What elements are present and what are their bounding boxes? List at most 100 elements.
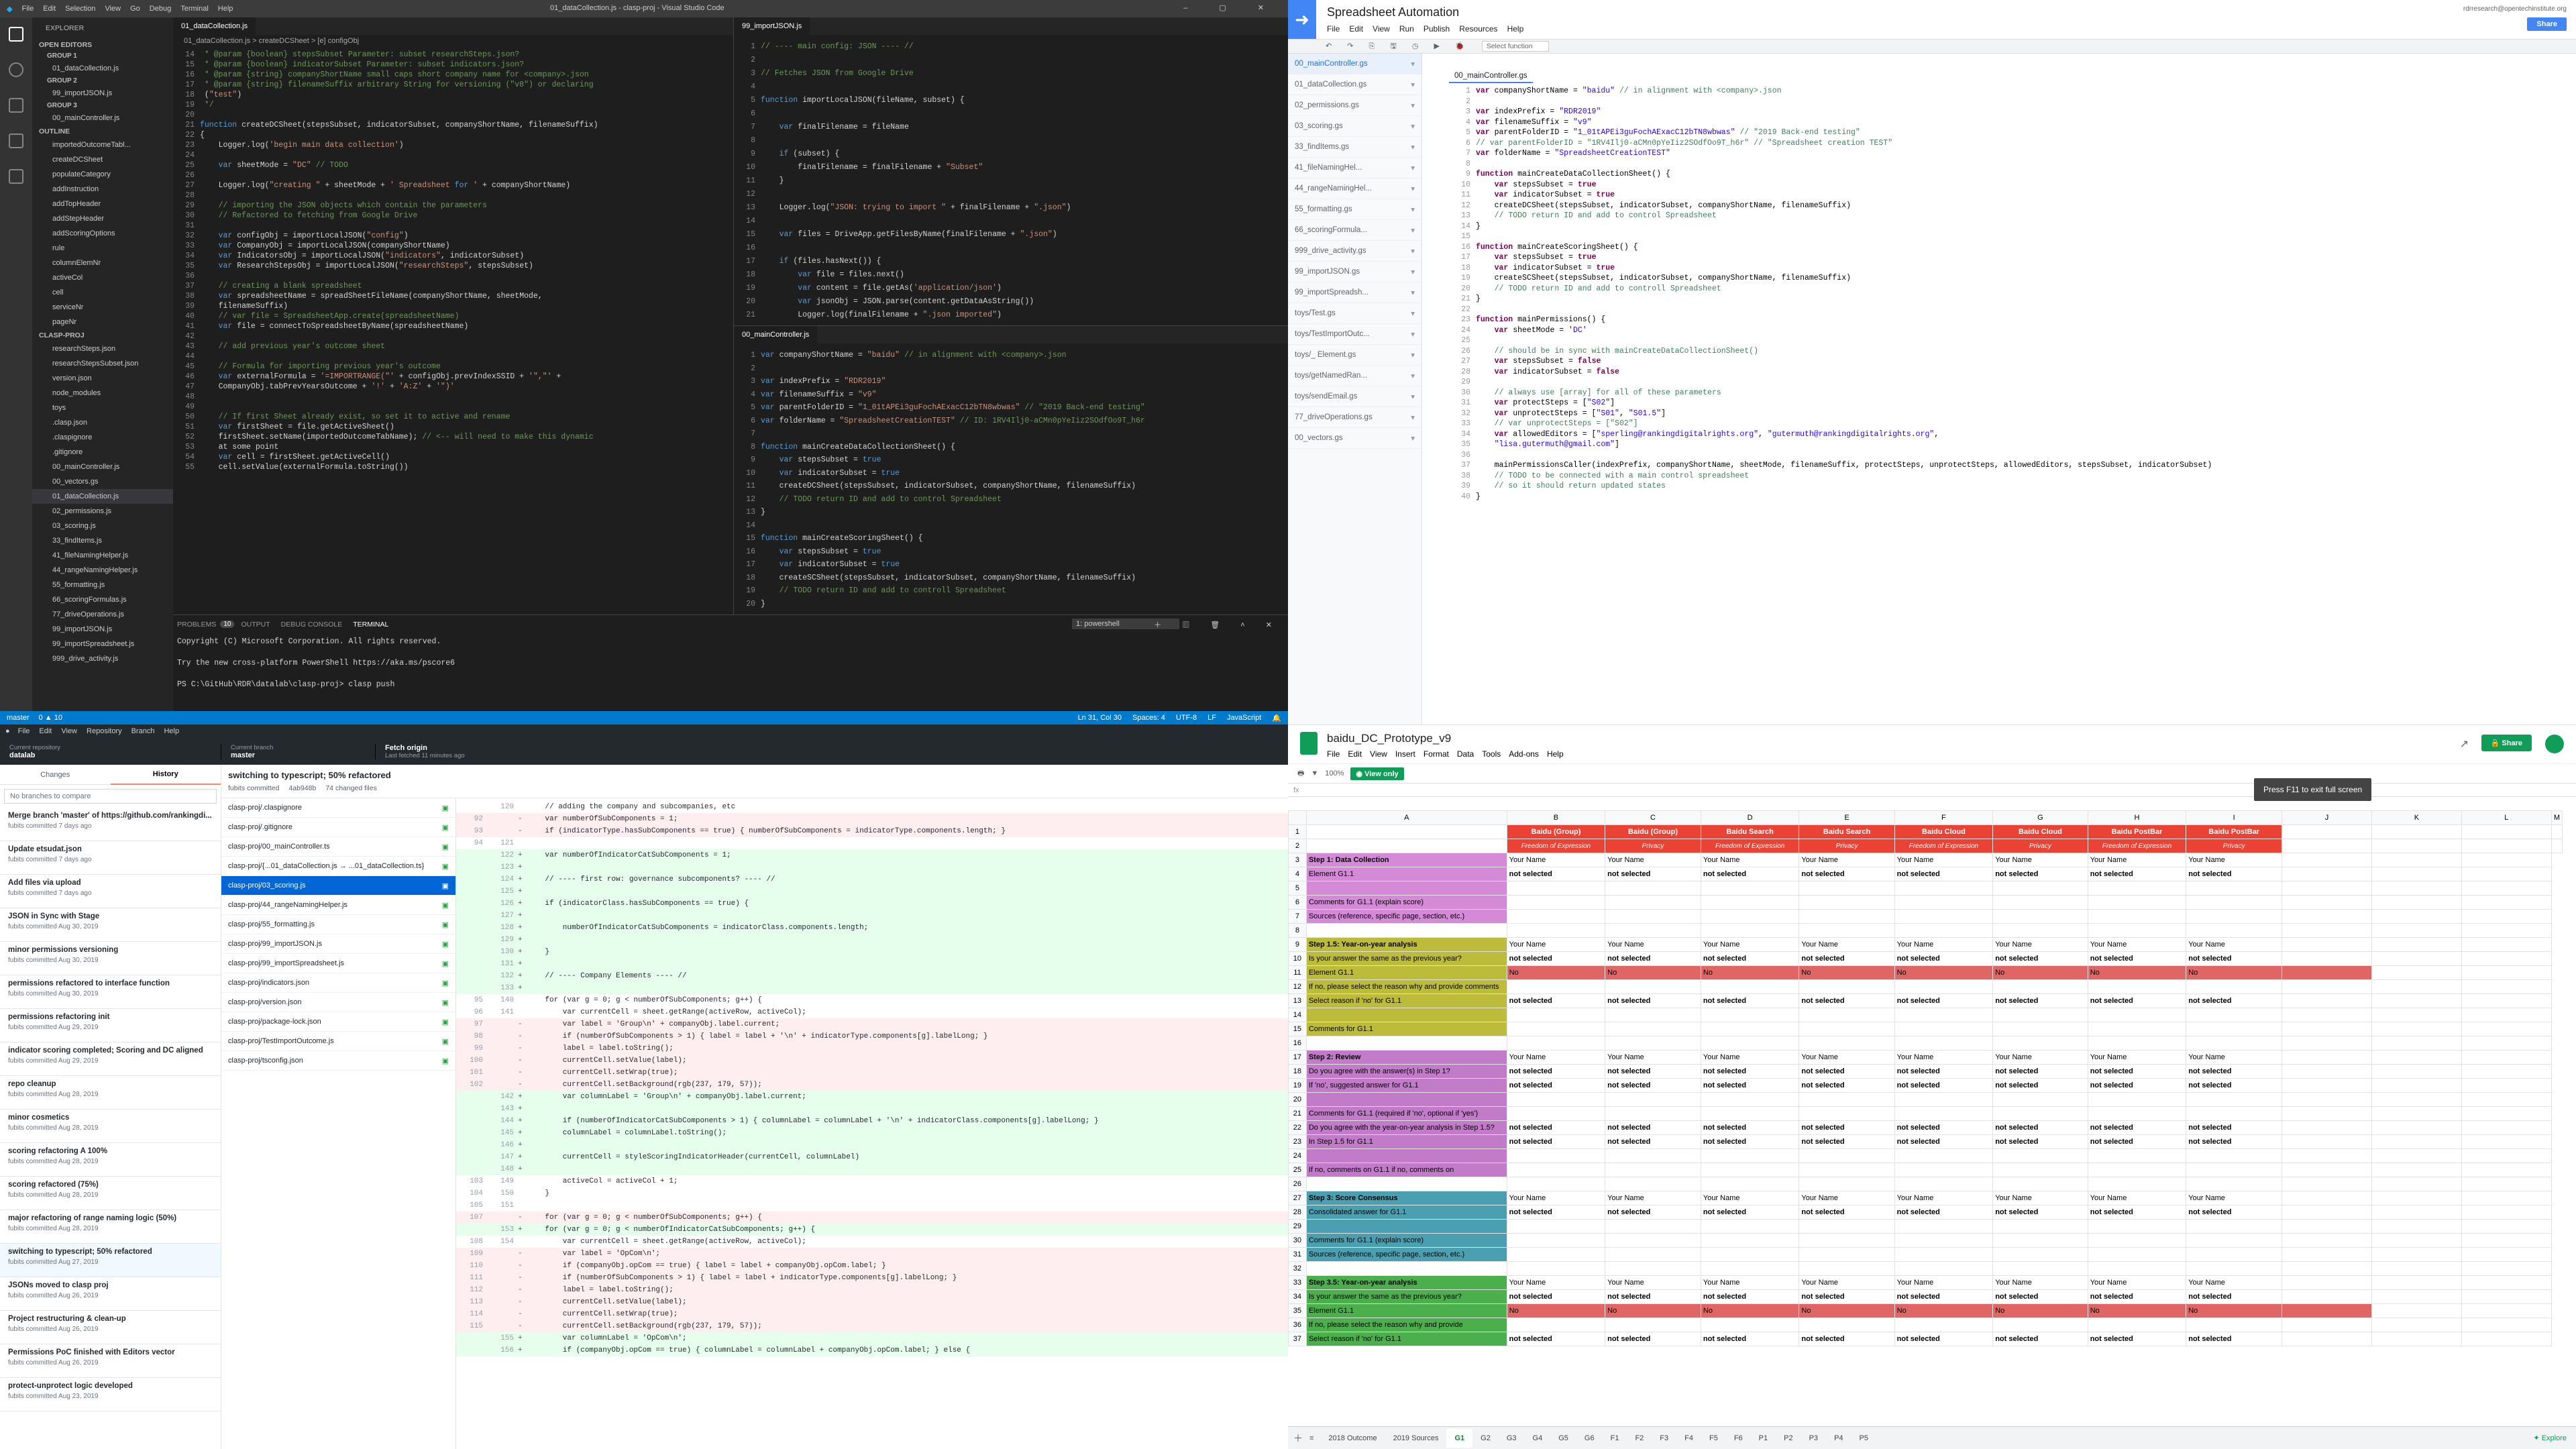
commit-list-item[interactable]: repo cleanup fubits committed Aug 28, 201… xyxy=(0,1076,221,1110)
empty-cell[interactable] xyxy=(2461,867,2552,881)
eol-status[interactable]: LF xyxy=(1208,714,1216,722)
gas-menu-item-resources[interactable]: Resources xyxy=(1459,24,1497,34)
data-cell[interactable]: not selected xyxy=(1506,867,1606,881)
gas-file-item[interactable]: 00_mainController.gs ▾ xyxy=(1288,54,1421,74)
data-cell[interactable] xyxy=(1506,1036,1606,1051)
changed-file-item[interactable]: clasp-proj/.gitignore ▣ xyxy=(221,818,455,837)
data-cell[interactable]: not selected xyxy=(2186,1205,2283,1220)
empty-cell[interactable] xyxy=(2282,881,2372,896)
data-cell[interactable] xyxy=(2087,1177,2187,1191)
data-cell[interactable] xyxy=(1700,979,1800,994)
data-cell[interactable] xyxy=(1700,923,1800,938)
empty-cell[interactable] xyxy=(2461,1036,2552,1051)
data-cell[interactable]: not selected xyxy=(1506,951,1606,966)
data-cell[interactable] xyxy=(1605,895,1701,910)
empty-cell[interactable] xyxy=(2371,994,2462,1008)
empty-cell[interactable] xyxy=(2371,1120,2462,1135)
empty-cell[interactable] xyxy=(2371,1134,2462,1149)
data-cell[interactable]: Your Name xyxy=(1992,853,2088,867)
row-label-cell[interactable]: Select reason if 'no' for G1.1 xyxy=(1305,1332,1507,1346)
panel-tab-problems[interactable]: PROBLEMS xyxy=(177,621,216,629)
data-cell[interactable] xyxy=(1700,1261,1800,1276)
empty-cell[interactable] xyxy=(2461,1022,2552,1036)
empty-cell[interactable] xyxy=(2461,979,2552,994)
data-cell[interactable]: Your Name xyxy=(1799,1191,1895,1205)
gas-file-item[interactable]: 00_vectors.gs ▾ xyxy=(1288,428,1421,449)
data-cell[interactable]: not selected xyxy=(1605,1134,1701,1149)
empty-cell[interactable] xyxy=(2461,1064,2552,1079)
commit-list-item[interactable]: scoring refactoring A 100% fubits committ… xyxy=(0,1143,221,1177)
row-label-cell[interactable]: Step 1: Data Collection xyxy=(1305,853,1507,867)
data-cell[interactable]: Your Name xyxy=(2087,1191,2187,1205)
empty-cell[interactable] xyxy=(2371,824,2462,839)
data-cell[interactable]: not selected xyxy=(1992,1289,2088,1304)
row-label-cell[interactable]: Is your answer the same as the previous … xyxy=(1305,1289,1507,1304)
commit-list-item[interactable]: permissions refactored to interface func… xyxy=(0,975,221,1009)
data-cell[interactable] xyxy=(1894,1247,1994,1262)
changed-file-item[interactable]: clasp-proj/{...01_dataCollection.js → ..… xyxy=(221,857,455,876)
data-cell[interactable] xyxy=(1894,1261,1994,1276)
data-cell[interactable]: not selected xyxy=(1700,1289,1800,1304)
commit-list-item[interactable]: minor permissions versioning fubits commi… xyxy=(0,942,221,975)
data-cell[interactable]: Your Name xyxy=(1894,1191,1994,1205)
file-tree-item[interactable]: 03_scoring.js xyxy=(32,519,173,533)
empty-cell[interactable] xyxy=(2461,1050,2552,1065)
changed-file-item[interactable]: clasp-proj/99_importSpreadsheet.js ▣ xyxy=(221,954,455,973)
gas-menu-item-edit[interactable]: Edit xyxy=(1349,24,1363,34)
empty-cell[interactable] xyxy=(2282,1275,2372,1290)
gas-share-button[interactable]: Share xyxy=(2527,17,2567,31)
empty-cell[interactable] xyxy=(2551,839,2563,853)
empty-cell[interactable] xyxy=(2282,965,2372,980)
data-cell[interactable]: not selected xyxy=(2186,951,2283,966)
data-cell[interactable] xyxy=(1605,1106,1701,1121)
empty-cell[interactable] xyxy=(2282,979,2372,994)
empty-cell[interactable] xyxy=(2282,1219,2372,1234)
data-cell[interactable] xyxy=(1992,1106,2088,1121)
row-number[interactable]: 32 xyxy=(1288,1261,1307,1276)
sheet-tab-p4[interactable]: P4 xyxy=(1826,1429,1851,1448)
filter-icon[interactable]: ▼ xyxy=(1311,769,1318,777)
data-cell[interactable]: not selected xyxy=(2186,1289,2283,1304)
sheets-menu-item-insert[interactable]: Insert xyxy=(1395,749,1415,759)
source-control-icon[interactable] xyxy=(9,98,23,113)
data-cell[interactable]: not selected xyxy=(1894,867,1994,881)
data-cell[interactable]: not selected xyxy=(2087,1120,2187,1135)
file-tree-item[interactable]: 66_scoringFormulas.js xyxy=(32,592,173,607)
outline-item[interactable]: populateCategory xyxy=(32,167,173,182)
sheets-menu-item-data[interactable]: Data xyxy=(1457,749,1474,759)
data-cell[interactable]: not selected xyxy=(1506,1064,1606,1079)
data-cell[interactable] xyxy=(1700,1092,1800,1107)
data-cell[interactable] xyxy=(1992,1163,2088,1177)
function-select[interactable]: Select function xyxy=(1481,41,1549,52)
tab-changes[interactable]: Changes xyxy=(0,771,111,779)
data-cell[interactable]: not selected xyxy=(2087,1289,2187,1304)
data-cell[interactable] xyxy=(1992,1261,2088,1276)
data-cell[interactable] xyxy=(2087,909,2187,924)
commit-list-item[interactable]: protect-unprotect logic developed fubits … xyxy=(0,1378,221,1411)
sheet-grid[interactable]: A B C D E F G H I J K L M 1 Baidu (Group) Baidu (Group)… xyxy=(1288,810,2563,1426)
row-number[interactable]: 21 xyxy=(1288,1106,1307,1121)
file-tree-item[interactable]: node_modules xyxy=(32,386,173,400)
repo-selector[interactable]: Current repository datalab xyxy=(0,743,221,759)
data-cell[interactable]: not selected xyxy=(2186,1332,2283,1346)
data-cell[interactable]: No xyxy=(1506,965,1606,980)
account-email[interactable]: rdrresearch@opentechinstitute.org xyxy=(2463,5,2567,13)
empty-cell[interactable] xyxy=(2371,1261,2462,1276)
data-cell[interactable] xyxy=(1700,895,1800,910)
empty-cell[interactable] xyxy=(2371,881,2462,896)
data-cell[interactable] xyxy=(1894,881,1994,896)
empty-cell[interactable] xyxy=(2551,824,2563,839)
data-cell[interactable] xyxy=(2186,1008,2283,1022)
panel-tab-output[interactable]: OUTPUT xyxy=(241,621,270,629)
empty-cell[interactable] xyxy=(2371,1036,2462,1051)
row-number[interactable]: 35 xyxy=(1288,1303,1307,1318)
branch-selector[interactable]: Current branch master xyxy=(221,743,376,759)
data-cell[interactable] xyxy=(1799,881,1895,896)
outline-item[interactable]: addTopHeader xyxy=(32,197,173,211)
sheet-tab-f2[interactable]: F2 xyxy=(1627,1429,1652,1448)
gh-menu-item-file[interactable]: File xyxy=(18,727,30,735)
sheet-title[interactable]: baidu_DC_Prototype_v9 xyxy=(1327,732,1451,745)
data-cell[interactable] xyxy=(1605,881,1701,896)
changed-file-item[interactable]: clasp-proj/package-lock.json ▣ xyxy=(221,1012,455,1032)
empty-cell[interactable] xyxy=(2371,1050,2462,1065)
